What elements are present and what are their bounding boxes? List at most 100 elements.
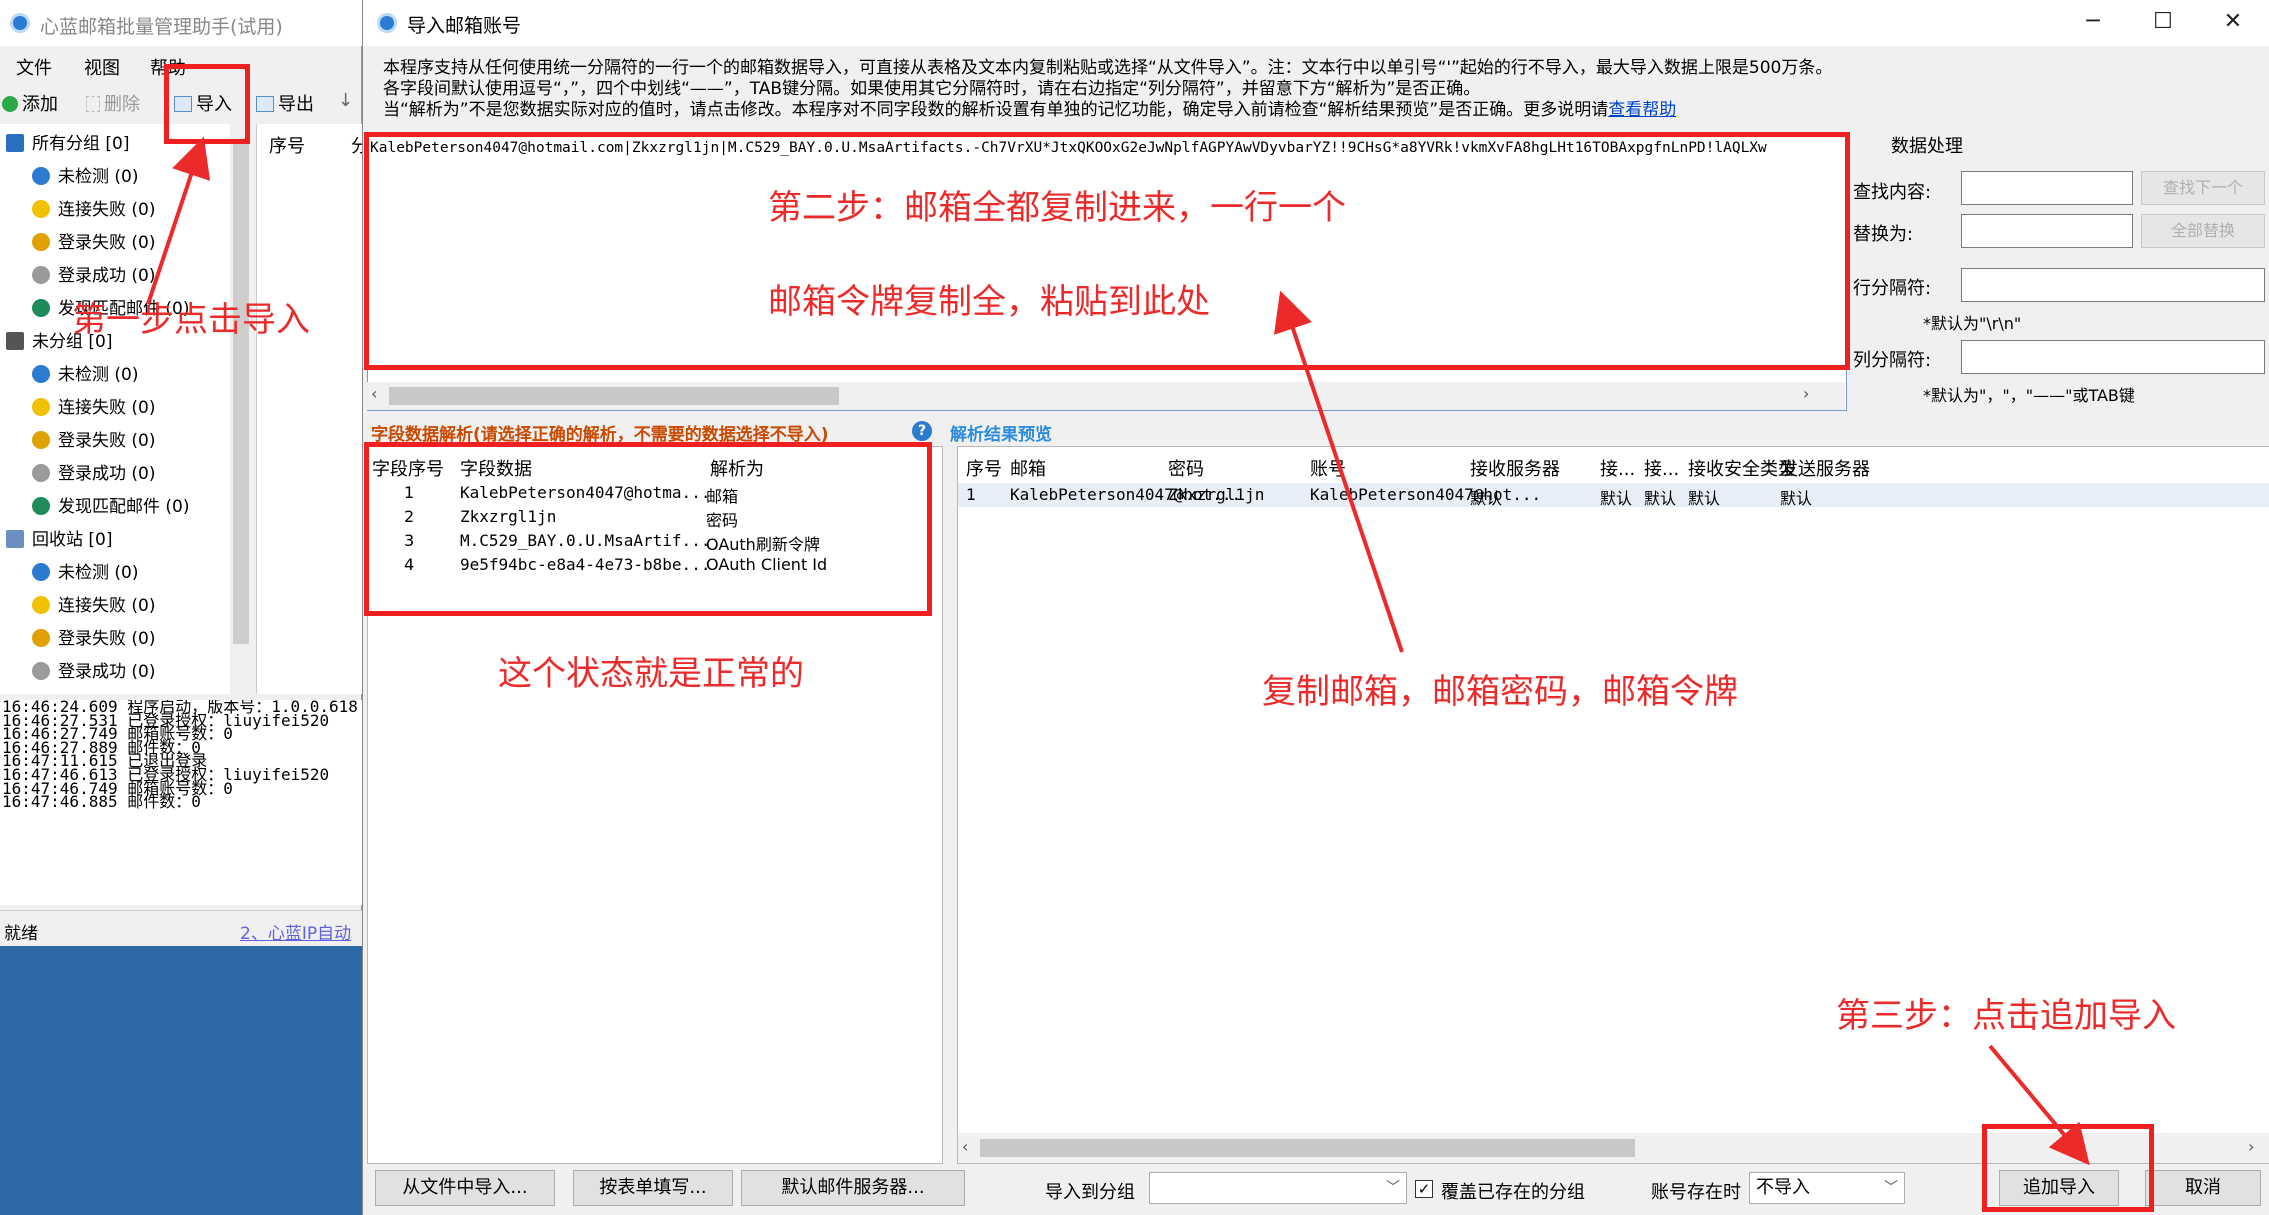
app-icon bbox=[10, 13, 30, 33]
copy-hint-annotation: 复制邮箱，邮箱密码，邮箱令牌 bbox=[1262, 672, 1738, 712]
step3-highlight-box bbox=[1982, 1124, 2154, 1212]
cancel-button[interactable]: 取消 bbox=[2145, 1170, 2261, 1206]
paste-hscroll-thumb[interactable] bbox=[389, 387, 839, 405]
uncheck-icon bbox=[32, 167, 50, 185]
preview-cell: 默认 bbox=[1644, 489, 1677, 508]
col-separator-input[interactable] bbox=[1961, 340, 2265, 374]
tree-item-label: 连接失败 (0) bbox=[58, 398, 156, 418]
row-separator-note: *默认为"\r\n" bbox=[1923, 314, 2022, 333]
status-bar: 就绪 2、心蓝IP自动 bbox=[0, 910, 362, 946]
preview-header[interactable]: 密码 bbox=[1168, 455, 1204, 481]
tree-item[interactable]: 发现匹配邮件 (0) bbox=[32, 691, 189, 694]
list-header-index[interactable]: 序号 bbox=[269, 132, 305, 158]
preview-header[interactable]: 账号 bbox=[1310, 455, 1346, 481]
match-mail-icon bbox=[32, 497, 50, 515]
tree-group[interactable]: 回收站 [0] bbox=[6, 526, 112, 554]
tree-item[interactable]: 连接失败 (0) bbox=[32, 394, 155, 422]
step1-highlight-box bbox=[164, 64, 250, 144]
preview-scroll-left-icon[interactable]: ‹ bbox=[962, 1137, 968, 1156]
login-success-icon bbox=[32, 464, 50, 482]
delete-button[interactable]: 删除 bbox=[86, 90, 140, 116]
tree-item[interactable]: 登录成功 (0) bbox=[32, 262, 155, 290]
status-link[interactable]: 2、心蓝IP自动 bbox=[240, 919, 351, 944]
scroll-left-icon[interactable]: ‹ bbox=[371, 384, 377, 403]
uncheck-icon bbox=[32, 563, 50, 581]
preview-cell: 默认 bbox=[1688, 489, 1721, 508]
tree-item[interactable]: 登录失败 (0) bbox=[32, 229, 155, 257]
tree-item[interactable]: 未检测 (0) bbox=[32, 559, 138, 587]
group-select[interactable]: ﹀ bbox=[1149, 1172, 1407, 1204]
status-text: 就绪 bbox=[4, 924, 38, 944]
add-label: 添加 bbox=[22, 94, 58, 115]
preview-hscroll-thumb[interactable] bbox=[980, 1139, 1635, 1157]
tree-scrollbar[interactable] bbox=[230, 124, 252, 694]
exists-select[interactable]: 不导入 ﹀ bbox=[1749, 1172, 1905, 1204]
recycle-icon bbox=[6, 530, 24, 548]
tree-item[interactable]: 未检测 (0) bbox=[32, 163, 138, 191]
preview-header[interactable]: 邮箱 bbox=[1010, 455, 1046, 481]
exists-chevron-down-icon: ﹀ bbox=[1884, 1180, 1898, 1196]
find-label: 查找内容: bbox=[1853, 182, 1932, 203]
preview-header[interactable]: 序号 bbox=[966, 455, 1002, 481]
menu-file[interactable]: 文件 bbox=[16, 54, 52, 80]
default-server-button[interactable]: 默认邮件服务器... bbox=[741, 1170, 965, 1206]
fill-form-button[interactable]: 按表单填写... bbox=[573, 1170, 733, 1206]
replace-input[interactable] bbox=[1961, 214, 2133, 248]
tree-item-label: 登录失败 (0) bbox=[58, 431, 156, 451]
paste-hscrollbar[interactable]: ‹ › bbox=[367, 382, 1845, 410]
preview-grid: 序号 邮箱 密码 账号 接收服务器 接... 接... 接收安全类型 发送服务器 1 KalebP… bbox=[957, 446, 2269, 1164]
help-link[interactable]: 查看帮助 bbox=[1608, 100, 1676, 120]
export-icon bbox=[256, 96, 274, 112]
scroll-right-icon[interactable]: › bbox=[1803, 384, 1809, 403]
grid-splitter[interactable] bbox=[947, 446, 955, 1164]
find-input[interactable] bbox=[1961, 171, 2133, 205]
replace-all-button[interactable]: 全部替换 bbox=[2141, 214, 2265, 248]
maximize-button[interactable]: ☐ bbox=[2131, 0, 2195, 46]
preview-header[interactable]: 接收服务器 bbox=[1470, 455, 1560, 481]
exists-select-value: 不导入 bbox=[1756, 1177, 1810, 1198]
tree-item[interactable]: 连接失败 (0) bbox=[32, 592, 155, 620]
minimize-button[interactable]: ─ bbox=[2061, 0, 2125, 46]
preview-title: 解析结果预览 bbox=[950, 425, 1052, 445]
tree-group[interactable]: 所有分组 [0] bbox=[6, 130, 129, 158]
tree-item[interactable]: 登录成功 (0) bbox=[32, 658, 155, 686]
preview-header[interactable]: 接... bbox=[1600, 455, 1635, 481]
tree-scroll-thumb[interactable] bbox=[233, 144, 249, 644]
overwrite-checkbox[interactable]: ✓ bbox=[1415, 1180, 1433, 1198]
import-from-file-button[interactable]: 从文件中导入... bbox=[375, 1170, 555, 1206]
dialog-app-icon bbox=[377, 13, 397, 33]
preview-row[interactable]: 1 KalebPeterson4047@hot... Zkxzrgl1jn Kaleb… bbox=[958, 483, 2269, 508]
log-line: 16:47:46.885 邮件数：0 bbox=[2, 792, 201, 812]
login-success-icon bbox=[32, 662, 50, 680]
tree-item[interactable]: 登录失败 (0) bbox=[32, 427, 155, 455]
notice-line-2: 各字段间默认使用逗号“，”，四个中划线“——”，TAB键分隔。如果使用其它分隔符… bbox=[383, 79, 1481, 99]
preview-header[interactable]: 发送服务器 bbox=[1780, 455, 1870, 481]
menu-view[interactable]: 视图 bbox=[84, 54, 120, 80]
sort-button[interactable]: ↓ bbox=[338, 90, 353, 111]
uncheck-icon bbox=[32, 365, 50, 383]
tree-item[interactable]: 连接失败 (0) bbox=[32, 196, 155, 224]
add-button[interactable]: 添加 bbox=[2, 90, 58, 116]
tree-item[interactable]: 未检测 (0) bbox=[32, 361, 138, 389]
tree-item[interactable]: 发现匹配邮件 (0) bbox=[32, 493, 189, 521]
tree-item-label: 未检测 (0) bbox=[58, 167, 139, 187]
users-icon bbox=[6, 332, 24, 350]
close-button[interactable]: ✕ bbox=[2201, 0, 2265, 46]
export-button[interactable]: 导出 bbox=[256, 90, 314, 116]
account-list: 序号 分 bbox=[256, 124, 369, 694]
col-separator-note: *默认为"，"，"——"或TAB键 bbox=[1923, 386, 2135, 405]
preview-header[interactable]: 接... bbox=[1644, 455, 1679, 481]
import-notice: 本程序支持从任何使用统一分隔符的一行一个的邮箱数据导入，可直接从表格及文本内复制… bbox=[383, 58, 1943, 121]
minimize-icon: ─ bbox=[2086, 9, 2100, 34]
checkmark-icon: ✓ bbox=[1417, 1180, 1431, 1198]
tree-item[interactable]: 登录成功 (0) bbox=[32, 460, 155, 488]
help-icon[interactable]: ? bbox=[912, 421, 932, 441]
tree-item[interactable]: 登录失败 (0) bbox=[32, 625, 155, 653]
preview-cell: 默认 bbox=[1600, 489, 1633, 508]
close-icon: ✕ bbox=[2223, 9, 2243, 34]
find-next-button[interactable]: 查找下一个 bbox=[2141, 171, 2265, 205]
preview-scroll-right-icon[interactable]: › bbox=[2248, 1137, 2254, 1156]
row-separator-input[interactable] bbox=[1961, 268, 2265, 302]
tree-item-label: 登录成功 (0) bbox=[58, 662, 156, 682]
tree-item-label: 登录成功 (0) bbox=[58, 266, 156, 286]
